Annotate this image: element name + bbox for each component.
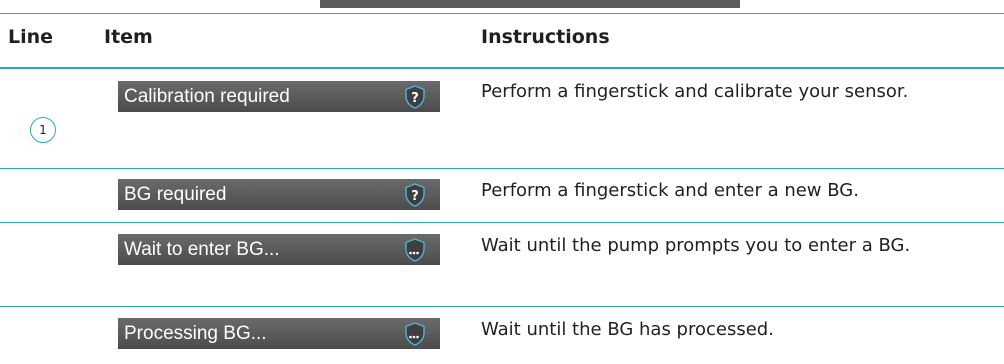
shield-question-icon: ? (405, 182, 425, 207)
row-divider (0, 168, 1004, 169)
svg-text:?: ? (411, 189, 419, 204)
row-divider (0, 306, 1004, 307)
screen-text: Processing BG... (124, 322, 267, 344)
column-header-instructions: Instructions (481, 26, 610, 48)
screen-text: Calibration required (124, 85, 290, 107)
shield-question-icon: ? (405, 84, 425, 109)
instructions-text: Perform a fingerstick and enter a new BG… (481, 180, 859, 201)
pump-screen-calibration-required: Calibration required ? (118, 81, 440, 112)
pump-screen-wait-to-enter-bg: Wait to enter BG... (118, 234, 440, 265)
header-rule (0, 67, 1004, 69)
shield-ellipsis-icon (405, 321, 425, 346)
column-header-item: Item (104, 26, 153, 48)
column-header-line: Line (8, 26, 54, 48)
shield-ellipsis-icon (405, 237, 425, 262)
row-divider (0, 222, 1004, 223)
pump-screen-bg-required: BG required ? (118, 179, 440, 210)
instructions-text: Wait until the pump prompts you to enter… (481, 235, 911, 256)
top-bar (320, 0, 740, 8)
instructions-text: Perform a fingerstick and calibrate your… (481, 81, 909, 102)
svg-text:?: ? (411, 91, 419, 106)
instructions-text: Wait until the BG has processed. (481, 319, 774, 340)
line-number-badge: 1 (30, 117, 56, 143)
screen-text: Wait to enter BG... (124, 238, 280, 260)
screen-text: BG required (124, 183, 227, 205)
table-top-rule (0, 13, 1004, 14)
pump-screen-processing-bg: Processing BG... (118, 318, 440, 349)
